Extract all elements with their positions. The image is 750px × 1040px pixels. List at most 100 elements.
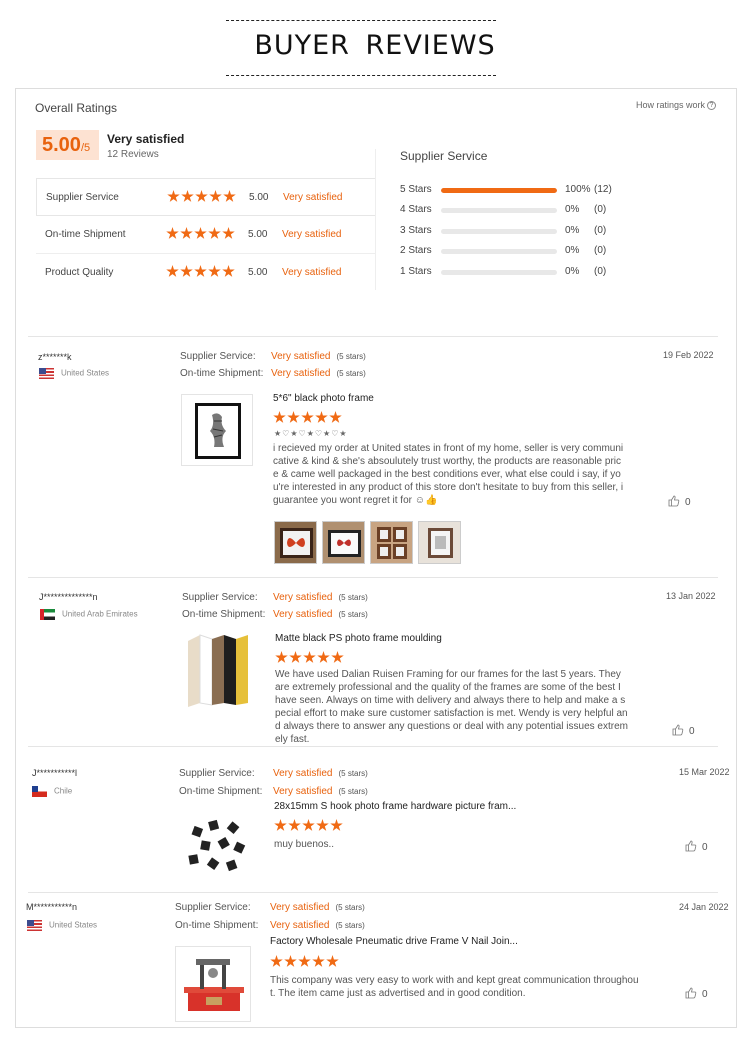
ontime-shipment-satisfaction: Very satisfied — [273, 609, 333, 620]
review-text: This company was very easy to work with … — [270, 975, 639, 999]
review-text: i recieved my order at United states in … — [273, 443, 624, 506]
star-icon — [222, 265, 235, 277]
star-icon — [222, 227, 235, 239]
like-count: 0 — [702, 842, 708, 853]
distribution-bar-fill — [441, 188, 557, 193]
product-title[interactable]: 28x15mm S hook photo frame hardware pict… — [274, 801, 516, 812]
star-icon — [287, 411, 300, 423]
overall-satisfaction: Very satisfied — [107, 132, 185, 146]
supplier-service-value: Very satisfied (5 stars) — [270, 902, 365, 913]
review-star-rating — [275, 651, 345, 669]
wall-frame-photo — [419, 522, 460, 563]
supplier-service-value: Very satisfied (5 stars) — [273, 768, 368, 779]
like-count: 0 — [689, 726, 695, 737]
product-thumbnail[interactable] — [181, 394, 253, 466]
supplier-service-stars: (5 stars) — [338, 769, 368, 778]
rating-value: 5.00 — [249, 192, 269, 203]
star-icon — [270, 955, 283, 967]
star-icon — [316, 819, 329, 831]
distribution-row: 4 Stars 0% (0) — [400, 203, 660, 223]
star-icon — [209, 190, 222, 202]
ontime-shipment-stars: (5 stars) — [338, 787, 368, 796]
product-thumbnail[interactable] — [179, 809, 255, 885]
ontime-shipment-value: Very satisfied (5 stars) — [273, 786, 368, 797]
rating-label: Product Quality — [45, 267, 114, 278]
review-date: 13 Jan 2022 — [666, 591, 716, 601]
review-photo[interactable] — [370, 521, 413, 564]
distribution-count: (0) — [594, 245, 607, 257]
rating-label: Supplier Service — [46, 192, 119, 203]
star-icon — [288, 819, 301, 831]
distribution-count: (0) — [594, 265, 607, 277]
review-star-rating — [270, 955, 340, 973]
section-divider — [28, 336, 718, 337]
star-rating — [167, 190, 237, 208]
product-title[interactable]: Factory Wholesale Pneumatic drive Frame … — [270, 936, 518, 947]
product-title[interactable]: Matte black PS photo frame moulding — [275, 633, 442, 644]
star-icon — [194, 265, 207, 277]
review-divider — [28, 746, 718, 747]
supplier-service-satisfaction: Very satisfied — [273, 592, 333, 603]
ontime-shipment-label: On-time Shipment: — [179, 786, 263, 797]
star-icon — [181, 190, 194, 202]
overall-score-denominator: /5 — [80, 142, 91, 154]
s-hook-hardware-image — [179, 809, 255, 885]
ontime-shipment-value: Very satisfied (5 stars) — [271, 368, 366, 379]
star-icon — [274, 819, 287, 831]
like-button[interactable]: 0 — [685, 987, 708, 1000]
distribution-count: (0) — [594, 204, 607, 216]
photo-frame-image — [195, 403, 241, 459]
thumbs-up-icon — [685, 987, 697, 999]
star-icon — [195, 190, 208, 202]
ontime-shipment-satisfaction: Very satisfied — [270, 920, 330, 931]
supplier-service-title: Supplier Service — [400, 149, 488, 163]
distribution-row: 3 Stars 0% (0) — [400, 224, 660, 244]
rating-label: On-time Shipment — [45, 229, 126, 240]
reviews-panel: Overall Ratings How ratings work? 5.00/5… — [15, 88, 737, 1028]
distribution-bar — [441, 269, 557, 275]
how-ratings-work-link[interactable]: How ratings work? — [635, 100, 716, 111]
star-icon — [167, 190, 180, 202]
distribution-count: (12) — [594, 184, 612, 195]
product-thumbnail[interactable] — [182, 633, 256, 707]
star-icon — [315, 411, 328, 423]
like-count: 0 — [702, 989, 708, 1000]
ontime-shipment-value: Very satisfied (5 stars) — [270, 920, 365, 931]
country-name: United States — [61, 368, 110, 378]
star-icon — [275, 651, 288, 663]
reviewer-country: United States — [39, 368, 109, 379]
overall-score: 5.00 — [42, 134, 81, 156]
supplier-service-satisfaction: Very satisfied — [273, 768, 333, 779]
product-thumbnail[interactable] — [175, 946, 251, 1022]
review-photo[interactable] — [418, 521, 461, 564]
star-icon — [289, 651, 302, 663]
supplier-service-label: Supplier Service: — [182, 592, 258, 603]
ontime-shipment-stars: (5 stars) — [335, 921, 365, 930]
how-ratings-work-label: How ratings work — [635, 100, 705, 110]
star-icon — [331, 651, 344, 663]
supplier-service-stars: (5 stars) — [338, 593, 368, 602]
distribution-percent: 100% — [565, 184, 591, 195]
review-photo[interactable] — [274, 521, 317, 564]
thumbs-up-icon — [668, 495, 680, 507]
like-button[interactable]: 0 — [685, 840, 708, 853]
reviewer-name: J**************n — [39, 592, 98, 602]
review-item: J***********l Chile Supplier Service: Ve… — [16, 762, 738, 892]
star-rating — [274, 819, 344, 837]
red-frame-photo — [323, 522, 364, 563]
star-icon — [223, 190, 236, 202]
star-rating — [275, 651, 345, 669]
like-button[interactable]: 0 — [668, 495, 691, 508]
distribution-count: (0) — [594, 224, 607, 236]
us-flag-icon — [27, 920, 42, 931]
product-title[interactable]: 5*6" black photo frame — [273, 393, 374, 404]
supplier-service-stars: (5 stars) — [336, 352, 366, 361]
like-button[interactable]: 0 — [672, 724, 695, 737]
reviewer-country: United Arab Emirates — [40, 609, 138, 620]
review-count: 12 Reviews — [107, 149, 159, 160]
ontime-shipment-satisfaction: Very satisfied — [271, 368, 331, 379]
header-divider-bottom — [226, 75, 496, 76]
star-icon — [301, 411, 314, 423]
review-photo[interactable] — [322, 521, 365, 564]
thumbs-up-icon — [685, 840, 697, 852]
